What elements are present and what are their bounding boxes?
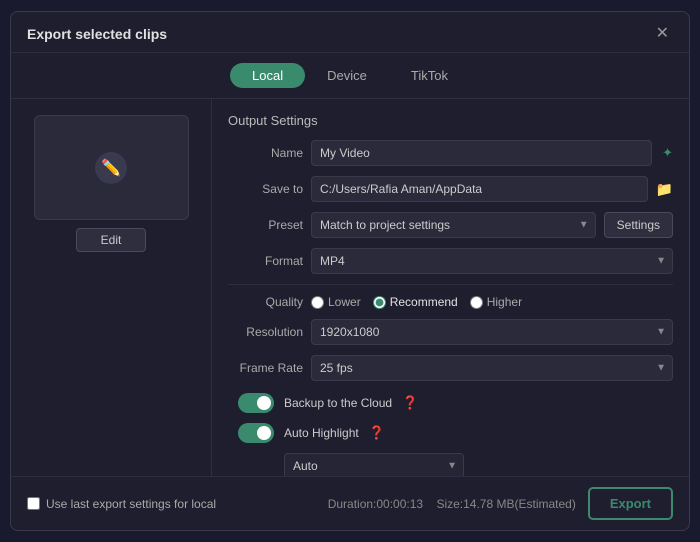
quality-lower-option[interactable]: Lower	[311, 295, 361, 309]
settings-button[interactable]: Settings	[604, 212, 673, 238]
edit-button[interactable]: Edit	[76, 228, 147, 252]
pencil-icon: ✏️	[95, 152, 127, 184]
autohighlight-toggle[interactable]	[238, 423, 274, 443]
auto-select-inner: Auto ▼	[284, 453, 464, 476]
autohighlight-slider	[238, 423, 274, 443]
size-text: Size:14.78 MB(Estimated)	[436, 497, 575, 511]
backup-toggle[interactable]	[238, 393, 274, 413]
format-select[interactable]: MP4	[311, 248, 673, 274]
name-input[interactable]	[311, 140, 652, 166]
resolution-select[interactable]: 1920x1080	[311, 319, 673, 345]
auto-select[interactable]: Auto	[284, 453, 464, 476]
tab-device[interactable]: Device	[305, 63, 389, 88]
save-path-display: C:/Users/Rafia Aman/AppData	[311, 176, 648, 202]
quality-row: Quality Lower Recommend Higher	[228, 295, 673, 309]
backup-slider	[238, 393, 274, 413]
framerate-label: Frame Rate	[228, 361, 303, 375]
backup-label: Backup to the Cloud	[284, 396, 392, 410]
framerate-row: Frame Rate 25 fps ▼	[228, 355, 673, 381]
preset-select[interactable]: Match to project settings	[311, 212, 596, 238]
export-button[interactable]: Export	[588, 487, 673, 520]
resolution-label: Resolution	[228, 325, 303, 339]
quality-recommend-label: Recommend	[390, 295, 458, 309]
folder-icon[interactable]: 📁	[656, 181, 673, 198]
settings-panel: Output Settings Name ✦ Save to C:/Users/…	[211, 99, 689, 476]
dialog-header: Export selected clips ✕	[11, 12, 689, 53]
divider-1	[228, 284, 673, 285]
quality-higher-label: Higher	[487, 295, 522, 309]
use-last-label-text: Use last export settings for local	[46, 497, 216, 511]
autohighlight-row: Auto Highlight ❓	[238, 423, 673, 443]
autohighlight-label: Auto Highlight	[284, 426, 359, 440]
resolution-row: Resolution 1920x1080 ▼	[228, 319, 673, 345]
quality-recommend-option[interactable]: Recommend	[373, 295, 458, 309]
resolution-select-wrap: 1920x1080 ▼	[311, 319, 673, 345]
framerate-select[interactable]: 25 fps	[311, 355, 673, 381]
quality-higher-option[interactable]: Higher	[470, 295, 522, 309]
dialog-footer: Use last export settings for local Durat…	[11, 476, 689, 530]
tab-local[interactable]: Local	[230, 63, 305, 88]
preview-thumbnail: ✏️	[34, 115, 189, 220]
framerate-select-wrap: 25 fps ▼	[311, 355, 673, 381]
format-select-wrap: MP4 ▼	[311, 248, 673, 274]
section-title: Output Settings	[228, 113, 673, 128]
close-button[interactable]: ✕	[652, 24, 673, 44]
footer-info: Duration:00:00:13 Size:14.78 MB(Estimate…	[228, 497, 576, 511]
quality-label: Quality	[228, 295, 303, 309]
dialog-body: ✏️ Edit Output Settings Name ✦ Save to C…	[11, 99, 689, 476]
name-label: Name	[228, 146, 303, 160]
use-last-checkbox[interactable]	[27, 497, 40, 510]
quality-lower-label: Lower	[328, 295, 361, 309]
auto-select-wrap: Auto ▼	[238, 453, 673, 476]
name-row: Name ✦	[228, 140, 673, 166]
quality-recommend-radio[interactable]	[373, 296, 386, 309]
tab-tiktok[interactable]: TikTok	[389, 63, 470, 88]
quality-radio-group: Lower Recommend Higher	[311, 295, 522, 309]
quality-lower-radio[interactable]	[311, 296, 324, 309]
format-row: Format MP4 ▼	[228, 248, 673, 274]
quality-higher-radio[interactable]	[470, 296, 483, 309]
preview-panel: ✏️ Edit	[11, 99, 211, 476]
backup-help-icon[interactable]: ❓	[402, 395, 418, 411]
format-label: Format	[228, 254, 303, 268]
preset-select-wrap: Match to project settings ▼	[311, 212, 596, 238]
toggle-section: Backup to the Cloud ❓ Auto Highlight ❓	[228, 393, 673, 476]
use-last-settings[interactable]: Use last export settings for local	[27, 497, 216, 511]
dialog-title: Export selected clips	[27, 26, 167, 42]
saveto-row: Save to C:/Users/Rafia Aman/AppData 📁	[228, 176, 673, 202]
saveto-label: Save to	[228, 182, 303, 196]
ai-icon[interactable]: ✦	[662, 145, 673, 161]
preset-label: Preset	[228, 218, 303, 232]
backup-row: Backup to the Cloud ❓	[238, 393, 673, 413]
duration-text: Duration:00:00:13	[328, 497, 423, 511]
autohighlight-help-icon[interactable]: ❓	[369, 425, 385, 441]
preset-row: Preset Match to project settings ▼ Setti…	[228, 212, 673, 238]
export-dialog: Export selected clips ✕ Local Device Tik…	[10, 11, 690, 531]
tab-bar: Local Device TikTok	[11, 53, 689, 99]
